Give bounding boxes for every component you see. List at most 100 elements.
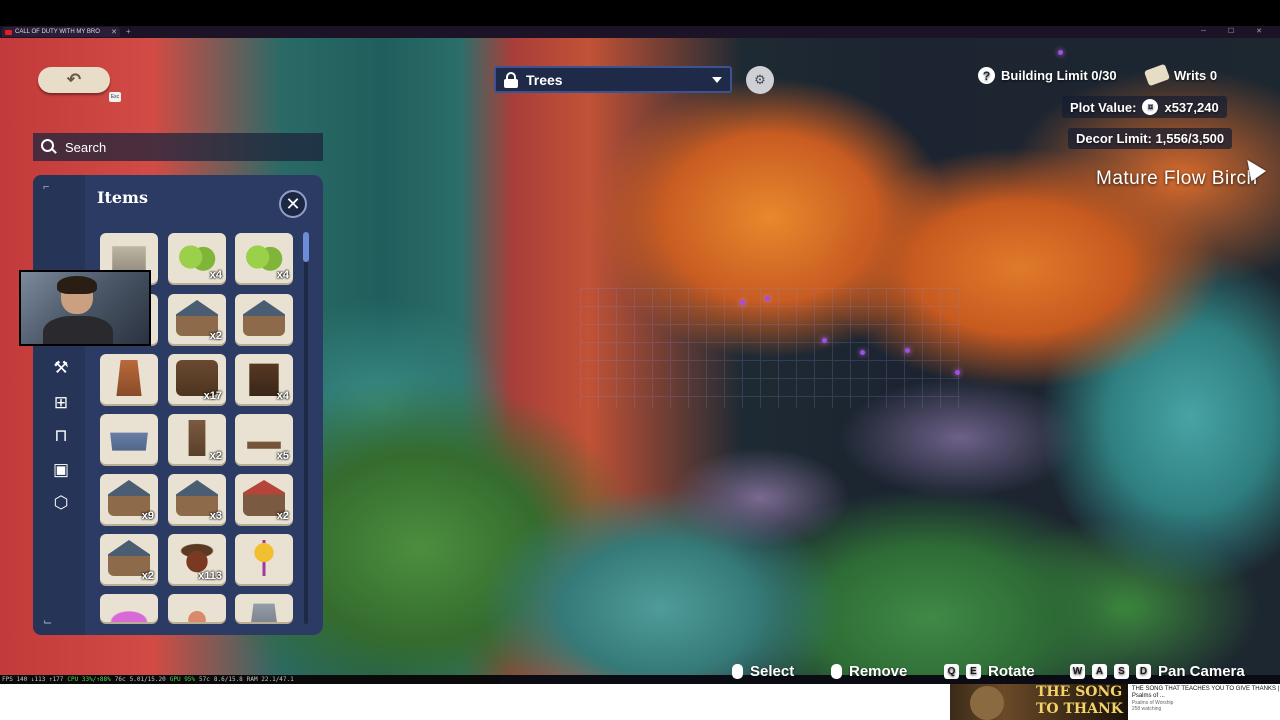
item-quantity: x2: [209, 330, 222, 342]
thumbnail-text-line1: THE SONG: [1036, 684, 1123, 700]
item-tile[interactable]: x2: [168, 414, 226, 464]
tab-close-icon[interactable]: ✕: [111, 28, 117, 36]
browser-tab[interactable]: CALL OF DUTY WITH MY BRO ✕: [2, 27, 120, 37]
furniture-icon[interactable]: ⊓: [50, 425, 72, 447]
item-quantity: x3: [209, 510, 222, 522]
decor-limit-text: Decor Limit: 1,556/3,500: [1076, 131, 1225, 146]
key-q: Q: [944, 664, 959, 679]
back-button[interactable]: ↶: [38, 67, 110, 93]
magic-spark: [905, 348, 910, 353]
remove-label: Remove: [849, 663, 908, 680]
item-tile[interactable]: [100, 594, 158, 622]
chevron-down-icon: [712, 76, 722, 83]
ram-readout: RAM 22.1/47.1: [246, 676, 294, 683]
gpu-temp2-readout: 57c: [199, 676, 210, 683]
items-panel-title: Items: [97, 188, 148, 207]
item-tile[interactable]: x2: [168, 294, 226, 344]
item-tile[interactable]: x2: [100, 534, 158, 584]
collapse-top-icon[interactable]: ⌐: [43, 181, 49, 193]
plot-value-amount: x537,240: [1164, 99, 1219, 115]
decor-icon[interactable]: ▣: [50, 459, 72, 481]
item-tile[interactable]: [168, 594, 226, 622]
crafting-station-icon[interactable]: ⚒: [50, 357, 72, 379]
items-scrollbar[interactable]: [304, 232, 308, 624]
search-icon: [41, 139, 57, 155]
video-title[interactable]: THE SONG THAT TEACHES YOU TO GIVE THANKS…: [1132, 686, 1280, 700]
building-limit-text: Building Limit 0/30: [1001, 68, 1117, 83]
item-quantity: x17: [203, 390, 222, 402]
gpu-mem-readout: 5.01/15.20: [129, 676, 166, 683]
writs-counter: Writs 0: [1143, 63, 1218, 87]
item-tile[interactable]: x17: [168, 354, 226, 404]
item-tile[interactable]: [100, 414, 158, 464]
item-quantity: x2: [276, 510, 289, 522]
window-controls[interactable]: ─ ☐ ✕: [1201, 27, 1272, 35]
fps-readout: FPS 140 ↓113 ↑177: [2, 676, 64, 683]
writ-scroll-icon: [1143, 63, 1171, 87]
video-thumbnail[interactable]: THE SONG TO THANK: [950, 684, 1128, 720]
item-tile[interactable]: [100, 354, 158, 404]
item-thumbnail: [116, 360, 142, 396]
performance-overlay: FPS 140 ↓113 ↑177 CPU 33%/↑88% 76c 5.01/…: [0, 675, 500, 684]
magic-spark: [860, 350, 865, 355]
placement-grid: [580, 288, 960, 408]
storage-box-icon[interactable]: ⬡: [50, 492, 72, 514]
help-icon[interactable]: ?: [978, 67, 995, 84]
item-tile[interactable]: x5: [235, 414, 293, 464]
decor-limit: Decor Limit: 1,556/3,500: [1068, 128, 1233, 149]
cpu-readout: CPU 33%/↑88%: [67, 676, 111, 683]
browser-tab-title: CALL OF DUTY WITH MY BRO: [15, 29, 100, 35]
collapse-bottom-icon[interactable]: ⌙: [43, 615, 52, 628]
new-tab-icon[interactable]: +: [126, 27, 131, 36]
item-tile[interactable]: [235, 534, 293, 584]
undo-arrow-icon: ↶: [66, 70, 82, 89]
plot-value: Plot Value: ¤ x537,240: [1062, 96, 1227, 118]
rotate-prompt: Q E Rotate: [944, 663, 1035, 680]
items-scroll-thumb[interactable]: [303, 232, 309, 262]
pan-camera-label: Pan Camera: [1158, 663, 1245, 680]
item-quantity: x4: [209, 269, 222, 281]
item-tile[interactable]: [235, 294, 293, 344]
fence-icon[interactable]: ⊞: [50, 392, 72, 414]
item-tile[interactable]: x9: [100, 474, 158, 524]
thumbnail-text-line2: TO THANK: [1036, 701, 1123, 717]
item-quantity: x2: [141, 570, 154, 582]
webcam-overlay: [19, 270, 151, 346]
browser-top-bar: [0, 0, 1280, 26]
item-quantity: x5: [276, 450, 289, 462]
magic-spark: [765, 296, 770, 301]
close-button[interactable]: ✕: [279, 190, 307, 218]
writs-text: Writs 0: [1174, 67, 1218, 83]
item-thumbnail: [110, 432, 148, 451]
item-thumbnail: [108, 600, 150, 622]
item-tile[interactable]: x4: [235, 233, 293, 283]
gpu-temp-readout: 76c: [114, 676, 126, 683]
gear-icon: ⚙: [754, 72, 766, 87]
key-d: D: [1136, 664, 1151, 679]
category-dropdown[interactable]: Trees: [494, 66, 732, 93]
magic-spark: [822, 338, 827, 343]
build-settings-button[interactable]: ⚙: [746, 66, 774, 94]
key-e: E: [966, 664, 981, 679]
item-quantity: x4: [276, 390, 289, 402]
item-tile[interactable]: [235, 594, 293, 622]
pan-camera-prompt: W A S D Pan Camera: [1070, 663, 1245, 680]
search-input[interactable]: Search: [33, 133, 323, 161]
item-quantity: x2: [209, 450, 222, 462]
item-tile[interactable]: x113: [168, 534, 226, 584]
remove-prompt: Remove: [831, 663, 907, 680]
hovered-item-name: Mature Flow Birch: [1096, 168, 1258, 189]
item-tile[interactable]: x4: [168, 233, 226, 283]
plot-value-label: Plot Value:: [1070, 99, 1137, 115]
item-tile[interactable]: x3: [168, 474, 226, 524]
select-prompt: Select: [732, 663, 794, 680]
item-tile[interactable]: x2: [235, 474, 293, 524]
item-thumbnail: [243, 300, 285, 336]
select-label: Select: [750, 663, 795, 680]
key-a: A: [1092, 664, 1107, 679]
coin-icon: ¤: [1142, 99, 1159, 115]
item-tile[interactable]: x4: [235, 354, 293, 404]
youtube-icon: [5, 29, 12, 35]
search-label: Search: [65, 139, 107, 155]
youtube-video-card[interactable]: THE SONG TO THANK THE SONG THAT TEACHES …: [950, 684, 1280, 720]
